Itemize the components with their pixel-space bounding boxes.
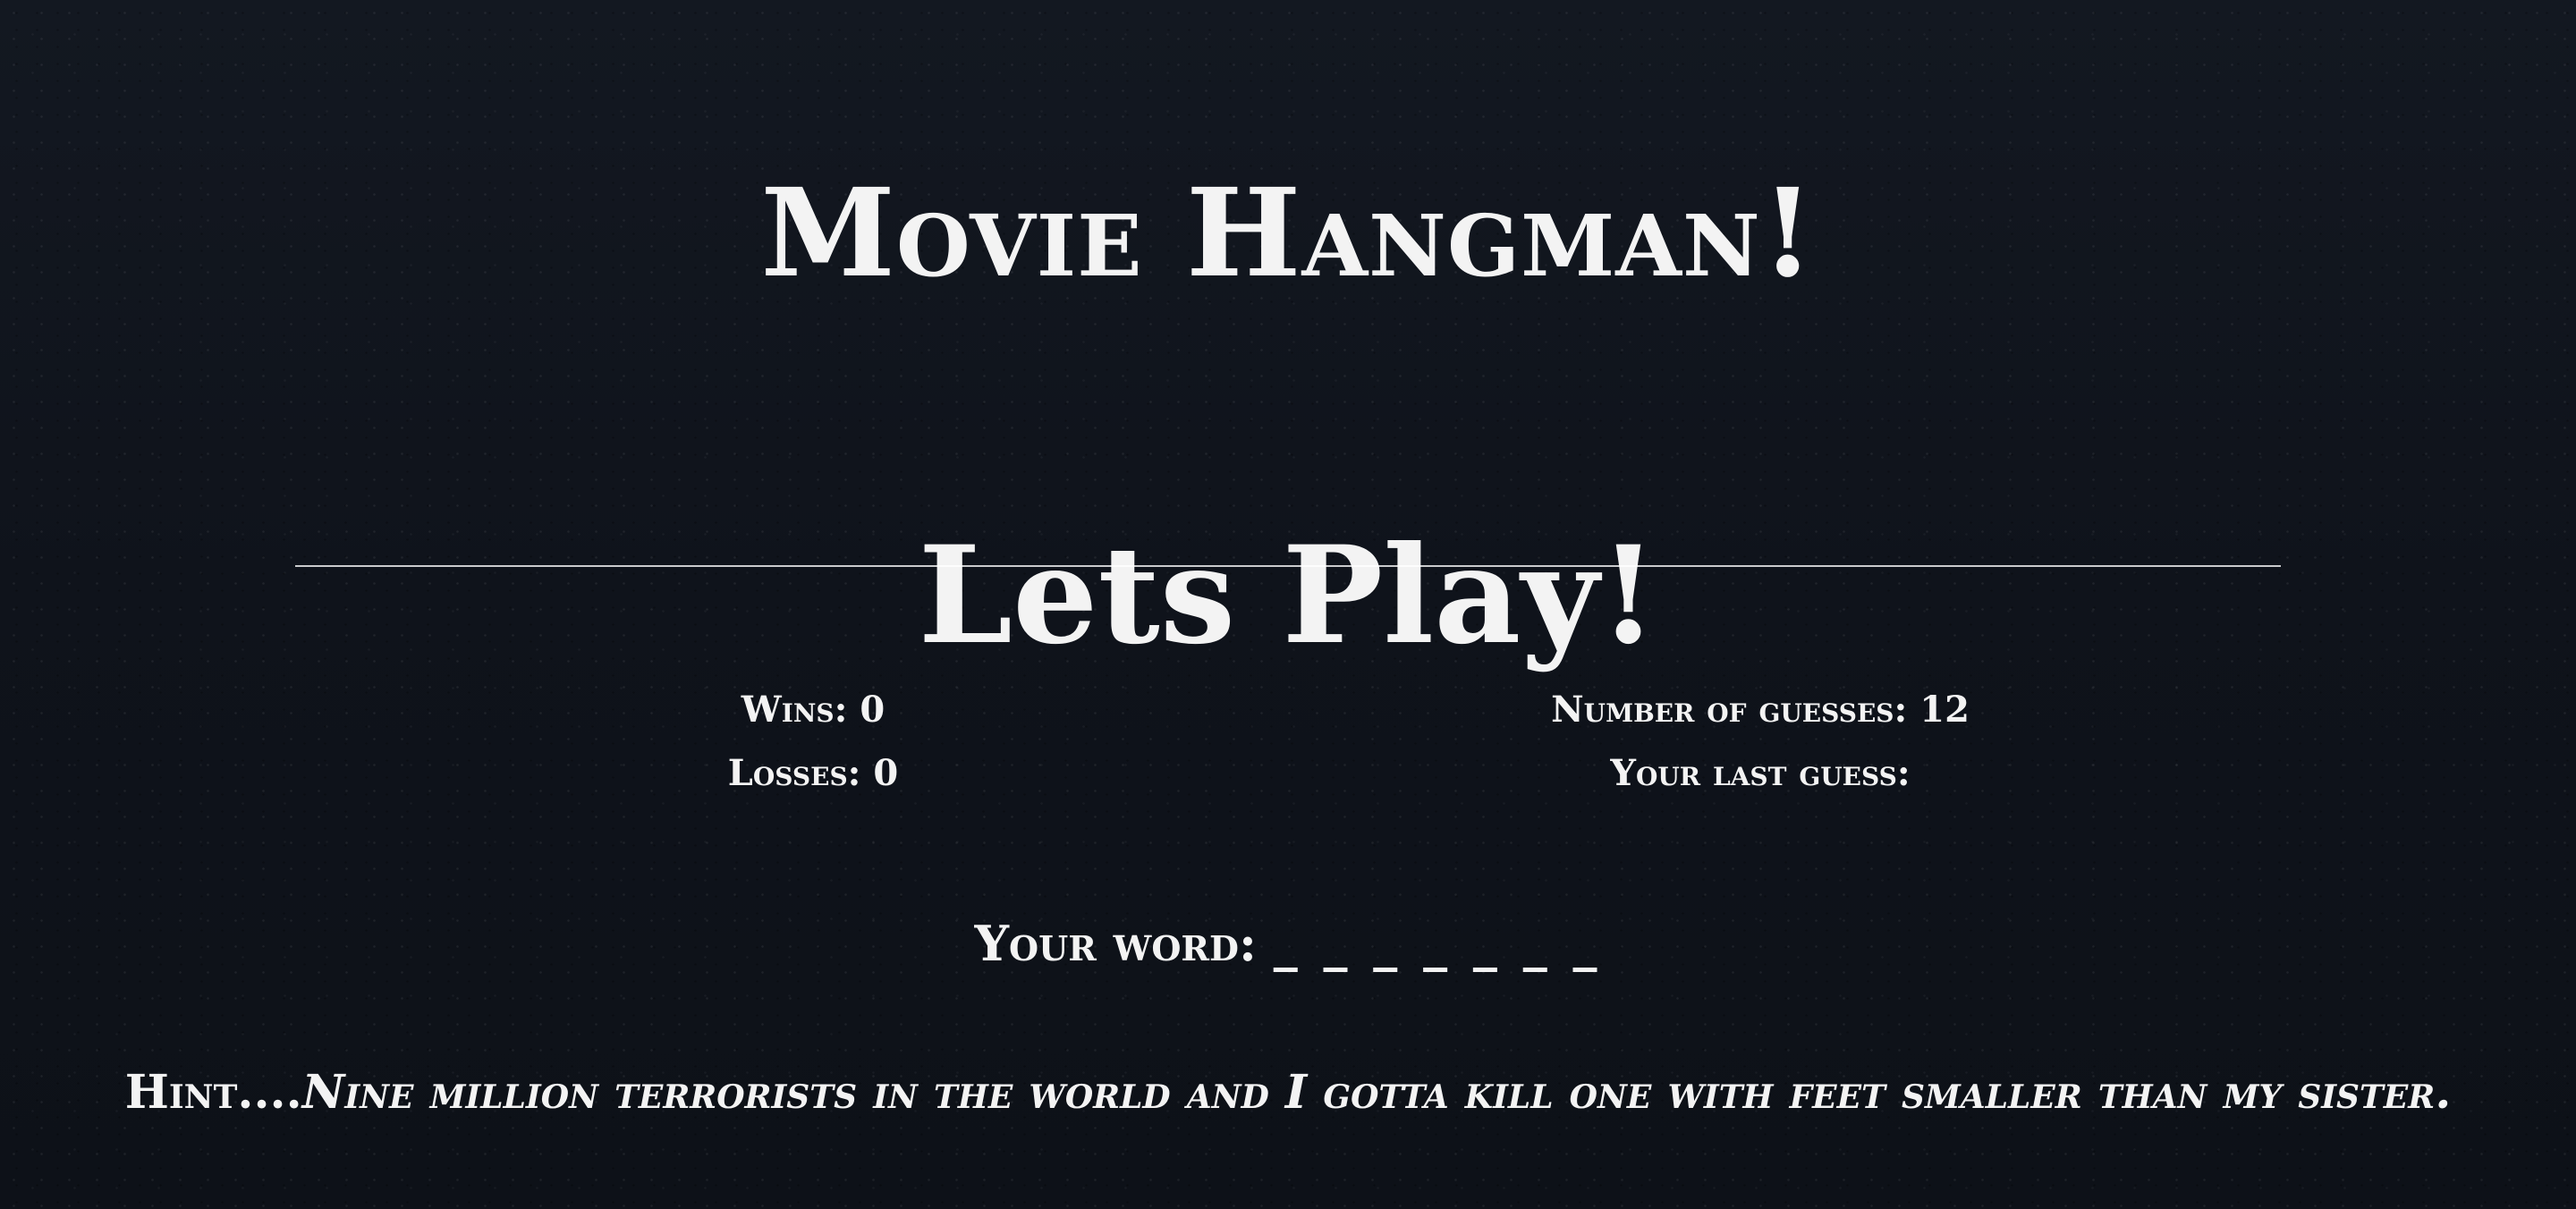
wins-stat: Wins: 0 (741, 692, 885, 728)
wins-label: Wins: (741, 689, 848, 731)
losses-count: 0 (873, 752, 899, 794)
current-word: Your word: _ _ _ _ _ _ _ (0, 919, 2576, 968)
guesses-label: Number of guesses: (1551, 689, 1908, 731)
divider (295, 565, 2281, 567)
losses-stat: Losses: 0 (728, 756, 898, 791)
game-title: Movie Hangman! (760, 162, 1816, 306)
guesses-count: 12 (1919, 689, 1970, 731)
lets-play-heading: Lets Play! (918, 516, 1658, 674)
hint: Hint....Nine million terrorists in the w… (25, 1062, 2551, 1123)
word-blanks: _ _ _ _ _ _ _ (1273, 915, 1602, 972)
losses-label: Losses: (727, 752, 861, 794)
wins-count: 0 (860, 689, 886, 731)
word-label: Your word: (974, 915, 1257, 972)
hint-label: Hint.... (124, 1065, 302, 1120)
guesses-stat: Number of guesses: 12 (1551, 692, 1970, 728)
hint-text: Nine million terrorists in the world and… (301, 1065, 2452, 1120)
last-guess-label: Your last guess: (1610, 752, 1911, 794)
last-guess-stat: Your last guess: (1610, 756, 1910, 791)
